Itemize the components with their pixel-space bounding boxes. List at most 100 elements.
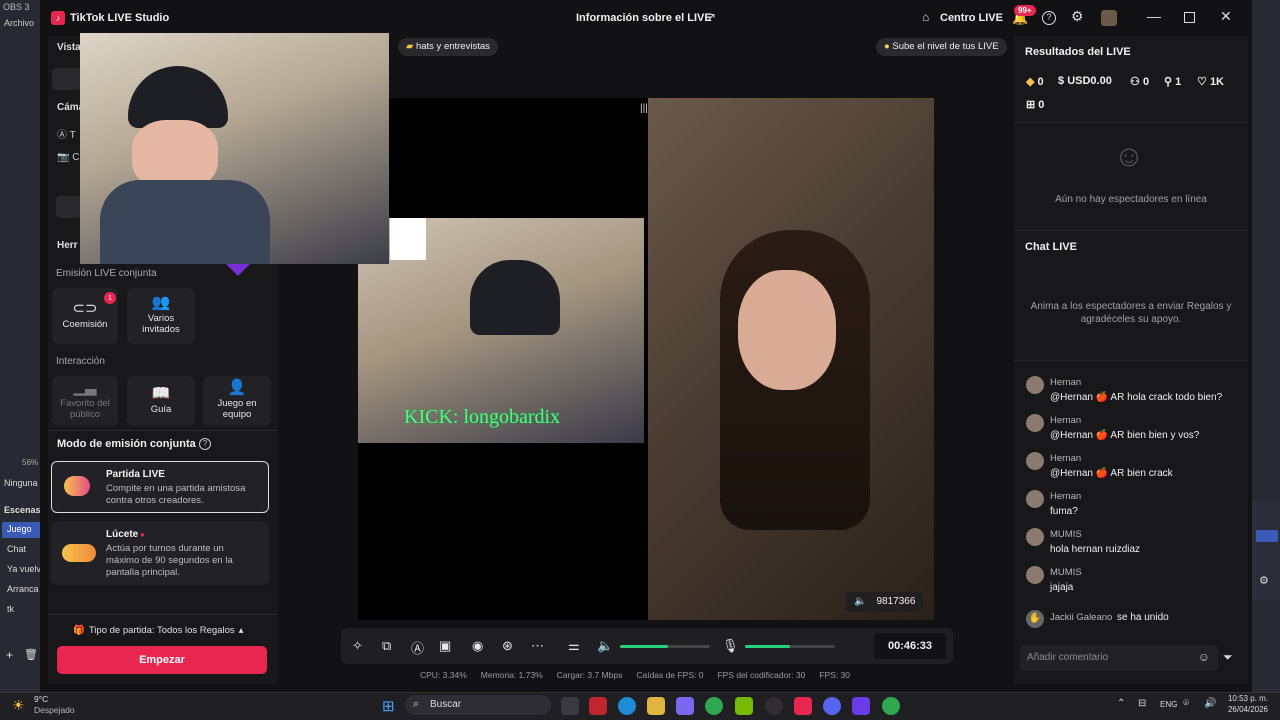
text-source-icon[interactable]: Ⓐ T <box>57 126 76 141</box>
split-handle-icon[interactable]: ||| <box>640 103 648 114</box>
chrome-icon[interactable] <box>705 697 723 715</box>
match-type-selector[interactable]: 🎁 Tipo de partida: Todos los Regalos ▴ <box>73 625 243 636</box>
tile-label: Coemisión <box>62 318 108 330</box>
multi-guest-tile[interactable]: 👥 Varios invitados <box>127 288 195 344</box>
obs-scene-item[interactable]: tk <box>7 604 14 614</box>
filter-icon[interactable]: ⏷ <box>1223 650 1233 665</box>
effects-icon[interactable]: ✧ <box>352 638 363 654</box>
live-center-button[interactable]: Centro LIVE <box>940 12 1003 24</box>
chat-avatar[interactable] <box>1026 414 1044 432</box>
public-favorite-tile[interactable]: ▁▃ Favorito del público <box>52 376 118 426</box>
layout-icon[interactable]: ⧉ <box>382 638 391 654</box>
chat-username[interactable]: Hernan <box>1050 415 1081 426</box>
chat-avatar[interactable] <box>1026 490 1044 508</box>
mic-icon[interactable]: 🎙 <box>722 638 739 654</box>
obs-right-selected[interactable] <box>1256 530 1278 542</box>
ai-icon[interactable]: Ⓐ <box>411 638 424 657</box>
chat-message[interactable]: Hernan fuma? <box>1024 488 1244 522</box>
tray-icon[interactable]: ⊟ <box>1138 698 1146 709</box>
emoji-icon[interactable]: ☺ <box>1198 650 1210 664</box>
chat-avatar[interactable] <box>1026 566 1044 584</box>
language-indicator[interactable]: ENG <box>1160 700 1177 709</box>
clock-date[interactable]: 26/04/2026 <box>1224 705 1268 714</box>
obs-add-icon[interactable]: + <box>6 648 13 662</box>
chat-message[interactable]: Hernan @Hernan 🍎 AR bien crack <box>1024 450 1244 484</box>
guide-tile[interactable]: 📖 Guía <box>127 376 195 426</box>
chat-username[interactable]: MUMIS <box>1050 529 1082 540</box>
chat-message[interactable]: Hernan @Hernan 🍎 AR hola crack todo bien? <box>1024 374 1244 408</box>
obs-scene-item[interactable]: Ya vuelv <box>7 564 41 574</box>
start-button[interactable]: Empezar <box>57 646 267 674</box>
chat-message[interactable]: MUMIS jajaja <box>1024 564 1244 598</box>
edge-icon[interactable] <box>618 697 636 715</box>
volume-slider[interactable] <box>620 645 710 648</box>
level-up-chip[interactable]: ● Sube el nivel de tus LIVE <box>876 38 1007 56</box>
sliders-icon[interactable]: ⚌ <box>568 638 580 654</box>
streamer-hoodie <box>100 180 270 264</box>
taskbar-search[interactable]: ⌕ Buscar <box>405 695 551 715</box>
obs-menu-file[interactable]: Archivo <box>0 16 40 30</box>
clock-time[interactable]: 10:53 p. m. <box>1224 694 1268 703</box>
home-icon[interactable]: ⌂ <box>922 10 929 24</box>
avatar[interactable] <box>1101 10 1117 26</box>
status-bar: CPU: 3.34% Memoria: 1.73% Cargar: 3.7 Mb… <box>420 670 900 684</box>
chat-avatar[interactable] <box>1026 452 1044 470</box>
nvidia-icon[interactable] <box>735 697 753 715</box>
chat-username[interactable]: Hernan <box>1050 491 1081 502</box>
chat-username[interactable]: Hernan <box>1050 453 1081 464</box>
network-icon[interactable]: ⌾ <box>1183 698 1189 709</box>
chat-message[interactable]: MUMIS hola hernan ruizdiaz <box>1024 526 1244 560</box>
search-icon: ⌕ <box>413 698 420 710</box>
screen-icon[interactable]: ▣ <box>439 638 451 654</box>
mode-help-icon[interactable]: ? <box>199 438 211 450</box>
record-icon[interactable]: ◉ <box>472 638 483 654</box>
audio-app-icon[interactable] <box>852 697 870 715</box>
mode-heading: Modo de emisión conjunta <box>57 438 196 450</box>
tiktok-icon[interactable] <box>794 697 812 715</box>
viewers-stat: ⚇ 0 <box>1130 76 1150 88</box>
gift-icon: 🎁 <box>73 625 85 636</box>
close-icon[interactable]: ✕ <box>1220 8 1232 25</box>
speaker-tray-icon[interactable]: 🔊 <box>1204 698 1216 709</box>
live-info-title[interactable]: Información sobre el LIVE <box>576 12 712 24</box>
mic-slider[interactable] <box>745 645 835 648</box>
weather-temp[interactable]: 9°C <box>34 694 48 704</box>
chat-username[interactable]: Hernan <box>1050 377 1081 388</box>
taskview-icon[interactable] <box>561 697 579 715</box>
join-name[interactable]: Jackii Galeano <box>1050 612 1112 623</box>
help-icon[interactable]: ? <box>1042 11 1056 25</box>
obs-scene-item[interactable]: Arranca <box>7 584 39 594</box>
obs-gear-icon[interactable]: ⚙ <box>1259 574 1269 587</box>
tray-chevron-icon[interactable]: ⌃ <box>1117 698 1125 709</box>
add-source-button[interactable] <box>56 196 82 218</box>
minimize-icon[interactable]: — <box>1147 8 1161 24</box>
windows-start-icon[interactable]: ⊞ <box>382 697 395 715</box>
chat-message[interactable]: Hernan @Hernan 🍎 AR bien bien y vos? <box>1024 412 1244 446</box>
copilot-icon[interactable] <box>676 697 694 715</box>
vista-control[interactable] <box>52 68 82 90</box>
tools-label: Herr <box>57 240 78 251</box>
obs-scene-item[interactable]: Juego <box>2 522 40 538</box>
volume-icon[interactable]: 🔈 <box>597 638 613 654</box>
team-game-tile[interactable]: 👤 Juego en equipo <box>203 376 271 426</box>
obs-scene-item[interactable]: Chat <box>7 544 26 554</box>
share-icon[interactable]: ↗ <box>706 10 716 24</box>
join-message: se ha unido <box>1117 612 1169 623</box>
obs-icon[interactable] <box>765 697 783 715</box>
chat-avatar[interactable] <box>1026 376 1044 394</box>
category-chip[interactable]: ▰ hats y entrevistas <box>398 38 498 56</box>
settings-gear-icon[interactable]: ⚙ <box>1071 8 1084 25</box>
comment-input[interactable]: Añadir comentario ☺ <box>1020 645 1218 671</box>
weather-desc[interactable]: Despejado <box>34 705 75 715</box>
target-icon[interactable]: ⊛ <box>502 638 513 654</box>
chat-avatar[interactable] <box>1026 528 1044 546</box>
app-icon[interactable] <box>589 697 607 715</box>
maximize-icon[interactable] <box>1184 12 1195 23</box>
folder-icon[interactable] <box>647 697 665 715</box>
chrome-profile-icon[interactable] <box>882 697 900 715</box>
obs-trash-icon[interactable]: 🗑 <box>24 648 38 661</box>
chat-username[interactable]: MUMIS <box>1050 567 1082 578</box>
more-icon[interactable]: ⋯ <box>531 638 544 654</box>
discord-icon[interactable] <box>823 697 841 715</box>
camera-source-icon[interactable]: 📷 C <box>57 152 79 163</box>
